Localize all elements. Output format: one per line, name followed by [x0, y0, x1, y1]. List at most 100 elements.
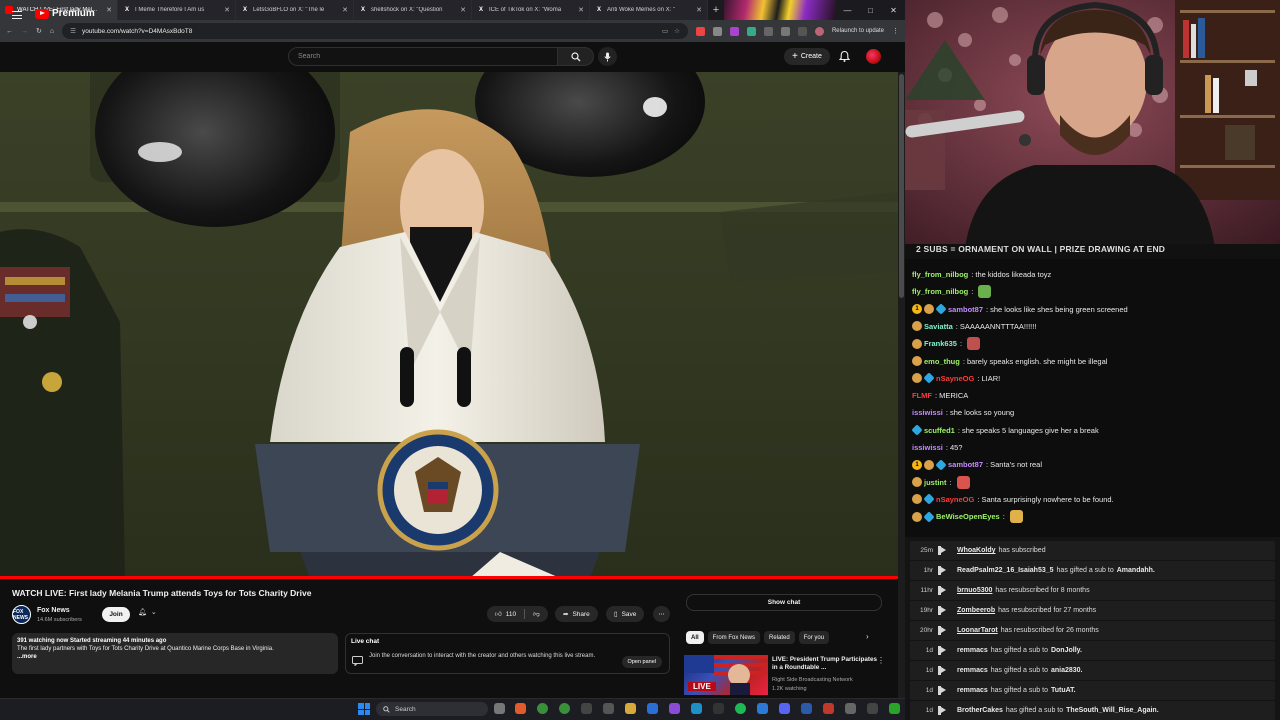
account-avatar[interactable]	[866, 49, 881, 64]
minimize-button[interactable]: —	[836, 0, 859, 20]
chat-username[interactable]: Frank635	[924, 339, 957, 348]
more-actions-button[interactable]: ⋯	[653, 606, 670, 622]
event-recipient[interactable]: DonJolly.	[1051, 647, 1082, 654]
event-username[interactable]: WhoaKoldy	[957, 547, 996, 554]
browser-menu-icon[interactable]: ⋮	[892, 27, 899, 35]
chat-username[interactable]: fly_from_nilbog	[912, 270, 968, 279]
taskbar-app-icon[interactable]	[669, 703, 680, 714]
chat-username[interactable]: emo_thug	[924, 357, 960, 366]
chat-username[interactable]: justint	[924, 478, 947, 487]
scrollbar-thumb[interactable]	[899, 74, 904, 298]
taskbar-app-icon[interactable]	[867, 703, 878, 714]
filter-chip[interactable]: All	[686, 631, 704, 644]
chat-username[interactable]: nSayneOG	[936, 495, 974, 504]
chat-username[interactable]: issiwissi	[912, 443, 943, 452]
recommended-video-thumbnail[interactable]: LIVE	[684, 655, 768, 695]
back-icon[interactable]: ←	[6, 28, 13, 35]
youtube-premium-logo[interactable]: Premium	[35, 8, 95, 19]
chat-username[interactable]: Saviatta	[924, 322, 953, 331]
taskbar-app-icon[interactable]	[515, 703, 526, 714]
description-more-link[interactable]: ...more	[17, 654, 37, 660]
event-username[interactable]: remmacs	[957, 647, 988, 654]
extension-icon[interactable]	[695, 26, 705, 36]
browser-tab[interactable]: X LetsGoBFLO on X: "The le ✕	[236, 0, 354, 20]
event-username[interactable]: remmacs	[957, 687, 988, 694]
recommended-video-title[interactable]: LIVE: President Trump Participates in a …	[772, 656, 877, 672]
filter-chip[interactable]: From Fox News	[707, 631, 761, 644]
event-username[interactable]: ReadPsalm22_16_Isaiah53_5	[957, 567, 1054, 574]
extension-icon[interactable]	[746, 26, 756, 36]
close-tab-icon[interactable]: ✕	[106, 6, 112, 14]
browser-tab[interactable]: X ICE of TikTok on X: "Woma ✕	[472, 0, 590, 20]
browser-tab[interactable]: Xshellshock on X: "Question ✕	[354, 0, 472, 20]
site-info-icon[interactable]: ☰	[70, 27, 76, 35]
filter-chip[interactable]: For you	[798, 631, 830, 644]
search-button[interactable]	[558, 47, 594, 66]
taskbar-app-icon[interactable]	[889, 703, 900, 714]
event-recipient[interactable]: TutuAT.	[1051, 687, 1076, 694]
file-explorer-icon[interactable]	[625, 703, 636, 714]
chrome-icon[interactable]	[537, 703, 548, 714]
chevron-right-icon[interactable]: ›	[866, 632, 869, 641]
extensions-puzzle-icon[interactable]	[763, 26, 773, 36]
chat-username[interactable]: sambot87	[948, 305, 983, 314]
chat-username[interactable]: BeWiseOpenEyes	[936, 512, 1000, 521]
chat-username[interactable]: nSayneOG	[936, 374, 974, 383]
chat-username[interactable]: sambot87	[948, 460, 983, 469]
downloads-icon[interactable]	[797, 26, 807, 36]
url-field[interactable]: ☰ youtube.com/watch?v=D4MAsxBdoT8 ▭ ☆	[62, 23, 688, 39]
event-username[interactable]: Zombeerob	[957, 607, 995, 614]
share-button[interactable]: ➦ Share	[555, 606, 598, 622]
taskbar-app-icon[interactable]	[581, 703, 592, 714]
taskbar-app-icon[interactable]	[757, 703, 768, 714]
close-window-button[interactable]: ✕	[882, 0, 905, 20]
forward-icon[interactable]: →	[21, 28, 28, 35]
relaunch-to-update-button[interactable]: Relaunch to update	[832, 28, 884, 34]
profile-avatar[interactable]	[814, 26, 824, 36]
taskbar-app-icon[interactable]	[603, 703, 614, 714]
save-button[interactable]: ▯ Save	[606, 606, 645, 622]
close-tab-icon[interactable]: ✕	[578, 6, 584, 14]
sidebar-icon[interactable]	[780, 26, 790, 36]
reload-icon[interactable]: ↻	[36, 27, 42, 35]
browser-tab[interactable]: X Anti Woke Memes on X: " ✕	[590, 0, 708, 20]
voice-search-button[interactable]	[598, 47, 617, 66]
video-progress-bar[interactable]	[0, 576, 898, 579]
close-tab-icon[interactable]: ✕	[696, 6, 702, 14]
thumbs-up-icon[interactable]: 👍︎	[495, 610, 502, 618]
search-input[interactable]	[288, 47, 558, 66]
task-view-icon[interactable]	[494, 703, 505, 714]
maximize-button[interactable]: □	[859, 0, 882, 20]
spotify-icon[interactable]	[735, 703, 746, 714]
discord-icon[interactable]	[779, 703, 790, 714]
chat-username[interactable]: FLMF	[912, 391, 932, 400]
subscription-notification-button[interactable]: 🔔︎ ⌄	[138, 608, 157, 616]
hamburger-menu-icon[interactable]	[12, 11, 22, 19]
home-icon[interactable]: ⌂	[50, 28, 54, 35]
event-recipient[interactable]: TheSouth_Will_Rise_Again.	[1066, 707, 1159, 714]
obs-icon[interactable]	[713, 703, 724, 714]
taskbar-app-icon[interactable]	[845, 703, 856, 714]
extension-icon[interactable]	[729, 26, 739, 36]
event-username[interactable]: brnuo5300	[957, 587, 992, 594]
close-tab-icon[interactable]: ✕	[224, 6, 230, 14]
cast-icon[interactable]: ▭	[662, 27, 668, 35]
event-recipient[interactable]: Amandahh.	[1117, 567, 1155, 574]
show-chat-button[interactable]: Show chat	[686, 594, 882, 611]
taskbar-app-icon[interactable]	[801, 703, 812, 714]
event-recipient[interactable]: ania2830.	[1051, 667, 1083, 674]
video-description[interactable]: 391 watching now Started streaming 44 mi…	[12, 633, 338, 674]
like-count[interactable]: 110	[506, 611, 516, 618]
chrome-icon[interactable]	[559, 703, 570, 714]
filter-chip[interactable]: Related	[764, 631, 795, 644]
chat-username[interactable]: fly_from_nilbog	[912, 287, 968, 296]
taskbar-app-icon[interactable]	[691, 703, 702, 714]
chat-username[interactable]: issiwissi	[912, 408, 943, 417]
video-player[interactable]	[0, 72, 898, 578]
channel-name[interactable]: Fox News	[37, 607, 70, 614]
chat-username[interactable]: scuffed1	[924, 426, 955, 435]
browser-tab[interactable]: X I Meme Therefore I Am us ✕	[118, 0, 236, 20]
taskbar-app-icon[interactable]	[823, 703, 834, 714]
close-tab-icon[interactable]: ✕	[460, 6, 466, 14]
event-username[interactable]: BrotherCakes	[957, 707, 1003, 714]
